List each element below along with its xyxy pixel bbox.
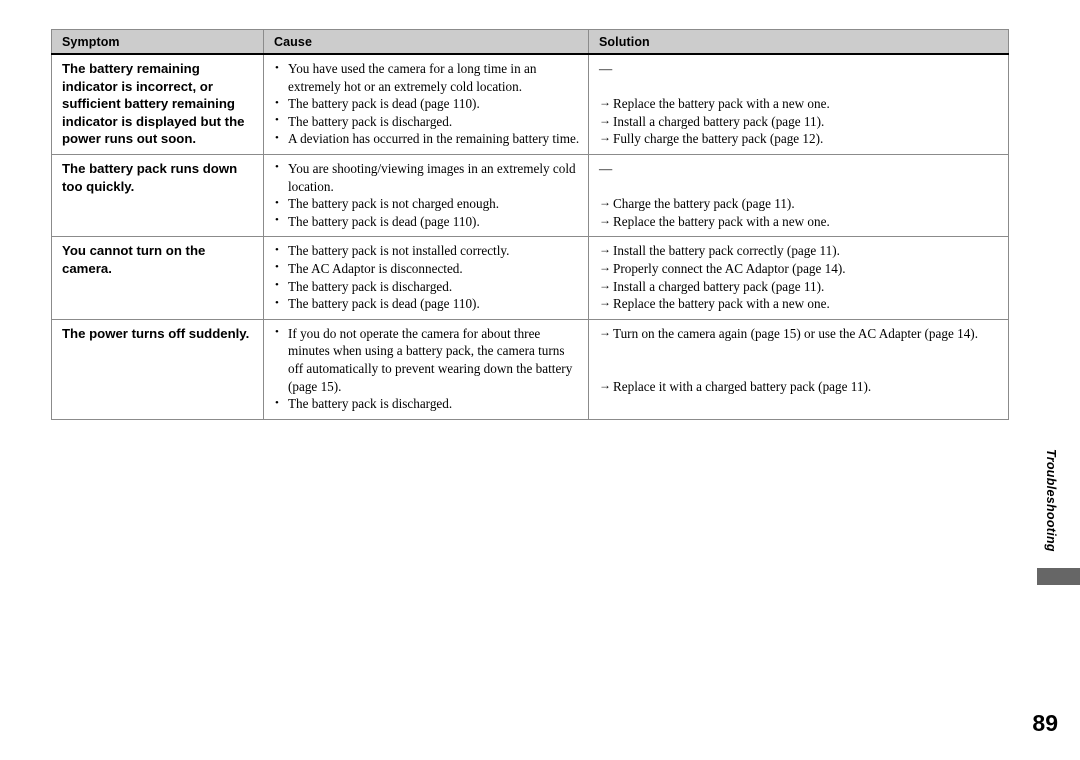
cause-list: You are shooting/viewing images in an ex… — [274, 159, 582, 231]
column-header-cause: Cause — [263, 29, 589, 55]
table-row: The battery remaining indicator is incor… — [51, 54, 1009, 155]
column-header-solution: Solution — [588, 29, 1009, 55]
solution-item: Install the battery pack correctly (page… — [599, 241, 1002, 260]
cause-cell: You have used the camera for a long time… — [263, 54, 589, 155]
solution-list: Charge the battery pack (page 11). Repla… — [599, 194, 1002, 231]
cause-list: You have used the camera for a long time… — [274, 59, 582, 148]
cause-item: The battery pack is discharged. — [274, 277, 582, 296]
side-tab-marker — [1037, 568, 1080, 585]
cause-item: The battery pack is not installed correc… — [274, 242, 582, 260]
cause-list: The battery pack is not installed correc… — [274, 242, 582, 312]
cause-item: You are shooting/viewing images in an ex… — [274, 159, 582, 195]
solution-list: Install the battery pack correctly (page… — [599, 241, 1002, 313]
symptom-cell: You cannot turn on the camera. — [51, 236, 264, 320]
cause-item: If you do not operate the camera for abo… — [274, 324, 582, 395]
cause-cell: If you do not operate the camera for abo… — [263, 319, 589, 420]
solution-item: Install a charged battery pack (page 11)… — [599, 277, 1002, 296]
solution-item: Charge the battery pack (page 11). — [599, 194, 1002, 213]
solution-item: Properly connect the AC Adaptor (page 14… — [599, 259, 1002, 278]
symptom-cell: The power turns off suddenly. — [51, 319, 264, 420]
table-row: You cannot turn on the camera. The batte… — [51, 236, 1009, 320]
solution-cell: Turn on the camera again (page 15) or us… — [589, 319, 1009, 419]
column-header-symptom: Symptom — [51, 29, 264, 55]
cause-item: The battery pack is discharged. — [274, 112, 582, 131]
table-body: The battery remaining indicator is incor… — [51, 54, 1009, 420]
side-tab-label: Troubleshooting — [1044, 449, 1058, 552]
solution-item: Replace the battery pack with a new one. — [599, 94, 1002, 113]
solution-list: Turn on the camera again (page 15) or us… — [599, 324, 1002, 396]
solution-item: Replace the battery pack with a new one. — [599, 212, 1002, 231]
cause-cell: The battery pack is not installed correc… — [263, 236, 589, 320]
cause-item: The battery pack is dead (page 110). — [274, 212, 582, 231]
solution-list: Replace the battery pack with a new one.… — [599, 94, 1002, 148]
no-solution-dash: — — [599, 160, 613, 176]
page-number: 89 — [1032, 710, 1058, 736]
solution-cell: — Replace the battery pack with a new on… — [588, 54, 1009, 155]
solution-item: Fully charge the battery pack (page 12). — [599, 129, 1002, 148]
table-header-row: Symptom Cause Solution — [51, 29, 1009, 55]
solution-item: Turn on the camera again (page 15) or us… — [599, 324, 1002, 343]
solution-item: Replace it with a charged battery pack (… — [599, 377, 1002, 396]
cause-item: The battery pack is discharged. — [274, 395, 582, 413]
cause-item: You have used the camera for a long time… — [274, 59, 582, 95]
document-page: Symptom Cause Solution The battery remai… — [0, 0, 1080, 760]
symptom-cell: The battery pack runs down too quickly. — [51, 154, 264, 238]
cause-cell: You are shooting/viewing images in an ex… — [263, 154, 589, 238]
table-row: The power turns off suddenly. If you do … — [51, 319, 1009, 420]
cause-item: A deviation has occurred in the remainin… — [274, 130, 582, 148]
solution-item: Replace the battery pack with a new one. — [599, 294, 1002, 313]
solution-item: Install a charged battery pack (page 11)… — [599, 112, 1002, 131]
symptom-cell: The battery remaining indicator is incor… — [51, 54, 264, 155]
no-solution-dash: — — [599, 61, 613, 76]
solution-cell: — Charge the battery pack (page 11). Rep… — [588, 154, 1009, 238]
cause-item: The AC Adaptor is disconnected. — [274, 259, 582, 278]
troubleshooting-table: Symptom Cause Solution The battery remai… — [51, 29, 1009, 420]
cause-item: The battery pack is not charged enough. — [274, 195, 582, 213]
table-row: The battery pack runs down too quickly. … — [51, 154, 1009, 238]
cause-item: The battery pack is dead (page 110). — [274, 95, 582, 113]
cause-item: The battery pack is dead (page 110). — [274, 295, 582, 313]
cause-list: If you do not operate the camera for abo… — [274, 324, 582, 413]
solution-cell: Install the battery pack correctly (page… — [588, 236, 1009, 320]
table-header: Symptom Cause Solution — [51, 29, 1009, 55]
